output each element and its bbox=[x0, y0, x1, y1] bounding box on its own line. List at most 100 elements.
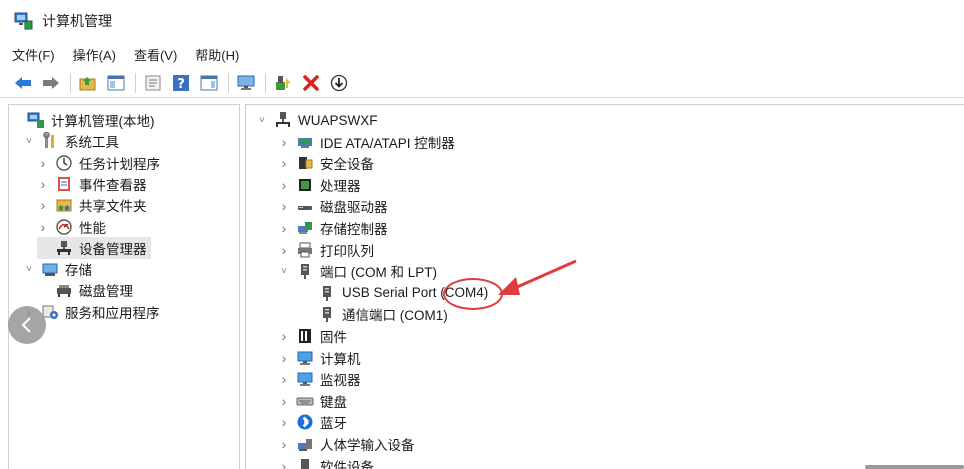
title-bar: 计算机管理 bbox=[0, 0, 964, 42]
collapse-chevron-icon[interactable]: › bbox=[278, 436, 290, 452]
collapse-chevron-icon[interactable]: › bbox=[278, 458, 290, 469]
collapse-chevron-icon[interactable]: › bbox=[278, 155, 290, 171]
port-icon bbox=[318, 305, 336, 323]
device-tree-node-5[interactable]: › 存储控制器 bbox=[278, 217, 388, 239]
console-tree-node-5[interactable]: › 性能 bbox=[37, 216, 106, 238]
console-tree-node-0[interactable]: 计算机管理(本地) bbox=[9, 109, 155, 131]
console-tree-pane[interactable]: 计算机管理(本地) ˅ 系统工具 › 任务计划程序 › 事件查看器 › 共享文件夹 › 性能 设备管理… bbox=[8, 104, 240, 469]
collapse-chevron-icon[interactable]: › bbox=[278, 393, 290, 409]
collapse-chevron-icon[interactable]: › bbox=[37, 197, 49, 213]
collapse-chevron-icon[interactable]: › bbox=[278, 177, 290, 193]
print-queue-icon bbox=[296, 241, 314, 259]
collapse-chevron-icon[interactable]: › bbox=[278, 242, 290, 258]
collapse-chevron-icon[interactable]: › bbox=[278, 134, 290, 150]
storage-icon bbox=[41, 260, 59, 278]
uninstall-icon[interactable] bbox=[300, 72, 322, 94]
device-tree-node-16[interactable]: › 软件设备 bbox=[278, 455, 374, 469]
expand-chevron-icon[interactable]: ˅ bbox=[23, 263, 35, 275]
collapse-chevron-icon[interactable]: › bbox=[278, 198, 290, 214]
toolbar: ? bbox=[0, 68, 964, 98]
collapse-chevron-icon[interactable]: › bbox=[278, 414, 290, 430]
menu-action[interactable]: 操作(A) bbox=[73, 45, 116, 64]
menu-file[interactable]: 文件(F) bbox=[12, 45, 55, 64]
computer-management-icon bbox=[14, 12, 34, 30]
tree-node-label: 设备管理器 bbox=[79, 241, 147, 257]
device-tree-node-2[interactable]: › 安全设备 bbox=[278, 152, 374, 174]
device-tree-node-14[interactable]: › 蓝牙 bbox=[278, 411, 347, 433]
expand-chevron-icon[interactable]: ˅ bbox=[256, 114, 268, 126]
device-tree-node-11[interactable]: › 计算机 bbox=[278, 347, 361, 369]
back-icon[interactable] bbox=[12, 72, 34, 94]
device-tree-node-9[interactable]: 通信端口 (COM1) bbox=[300, 303, 448, 325]
tree-node-label: 存储控制器 bbox=[320, 222, 388, 237]
device-tree-node-6[interactable]: › 打印队列 bbox=[278, 239, 374, 261]
expand-chevron-icon[interactable]: ˅ bbox=[23, 135, 35, 147]
device-tree-node-1[interactable]: › IDE ATA/ATAPI 控制器 bbox=[278, 131, 455, 153]
tree-node-label: 计算机管理(本地) bbox=[51, 114, 155, 129]
toolbar-separator bbox=[70, 72, 71, 93]
device-tree-node-12[interactable]: › 监视器 bbox=[278, 368, 361, 390]
device-tree-pane[interactable]: ˅ WUAPSWXF › IDE ATA/ATAPI 控制器 › 安全设备 › 处理器 › 磁盘驱… bbox=[245, 104, 964, 469]
device-tree-node-4[interactable]: › 磁盘驱动器 bbox=[278, 195, 388, 217]
device-tree-node-10[interactable]: › 固件 bbox=[278, 325, 347, 347]
expand-chevron-icon[interactable]: ˅ bbox=[278, 265, 290, 277]
disk-management-icon bbox=[55, 281, 73, 299]
tree-node-label: 处理器 bbox=[320, 178, 361, 194]
ide-controller-icon bbox=[296, 133, 314, 151]
action-pane-icon[interactable] bbox=[198, 72, 220, 94]
show-hide-tree-icon[interactable] bbox=[105, 72, 127, 94]
collapse-chevron-icon[interactable]: › bbox=[37, 155, 49, 171]
monitor-icon[interactable] bbox=[235, 72, 257, 94]
tree-node-label: 磁盘管理 bbox=[79, 284, 133, 300]
horizontal-scrollbar[interactable] bbox=[865, 465, 964, 469]
collapse-panel-handle[interactable] bbox=[8, 306, 46, 344]
toolbar-separator bbox=[135, 72, 136, 93]
forward-icon[interactable] bbox=[40, 72, 62, 94]
collapse-chevron-icon[interactable]: › bbox=[278, 350, 290, 366]
tools-icon bbox=[41, 132, 59, 150]
console-tree-node-6[interactable]: 设备管理器 bbox=[37, 236, 151, 259]
tree-node-label: 通信端口 (COM1) bbox=[342, 308, 448, 324]
device-tree-node-13[interactable]: › 键盘 bbox=[278, 390, 347, 412]
menu-view[interactable]: 查看(V) bbox=[134, 45, 177, 64]
monitor-icon bbox=[296, 370, 314, 388]
menu-bar: 文件(F) 操作(A) 查看(V) 帮助(H) bbox=[0, 42, 964, 66]
device-tree-node-3[interactable]: › 处理器 bbox=[278, 174, 361, 196]
tree-node-label: 性能 bbox=[79, 220, 106, 236]
properties-icon[interactable] bbox=[142, 72, 164, 94]
bluetooth-icon bbox=[296, 413, 314, 431]
device-tree-node-7[interactable]: ˅ 端口 (COM 和 LPT) bbox=[278, 260, 437, 282]
collapse-chevron-icon[interactable]: › bbox=[37, 219, 49, 235]
device-tree-node-15[interactable]: › 人体学输入设备 bbox=[278, 433, 415, 455]
tree-node-label: 系统工具 bbox=[65, 135, 119, 151]
hid-icon bbox=[296, 435, 314, 453]
firmware-icon bbox=[296, 327, 314, 345]
help-icon[interactable]: ? bbox=[170, 72, 192, 94]
menu-help[interactable]: 帮助(H) bbox=[195, 45, 239, 64]
computer-management-icon bbox=[27, 111, 45, 129]
performance-icon bbox=[55, 218, 73, 236]
device-tree-node-0[interactable]: ˅ WUAPSWXF bbox=[256, 109, 378, 131]
download-icon[interactable] bbox=[328, 72, 350, 94]
tree-node-label: 蓝牙 bbox=[320, 416, 347, 432]
console-tree-node-3[interactable]: › 事件查看器 bbox=[37, 173, 147, 195]
shared-folder-icon bbox=[55, 196, 73, 214]
console-tree-node-7[interactable]: ˅ 存储 bbox=[23, 258, 92, 280]
console-tree-node-2[interactable]: › 任务计划程序 bbox=[37, 152, 160, 174]
annotation-arrow bbox=[498, 259, 577, 295]
collapse-chevron-icon[interactable]: › bbox=[37, 176, 49, 192]
console-tree-node-1[interactable]: ˅ 系统工具 bbox=[23, 130, 119, 152]
console-tree-node-8[interactable]: 磁盘管理 bbox=[37, 279, 133, 301]
console-tree-node-4[interactable]: › 共享文件夹 bbox=[37, 194, 147, 216]
update-driver-icon[interactable] bbox=[272, 72, 294, 94]
collapse-chevron-icon[interactable]: › bbox=[278, 328, 290, 344]
up-folder-icon[interactable] bbox=[77, 72, 99, 94]
tree-node-label: 软件设备 bbox=[320, 459, 374, 469]
collapse-chevron-icon[interactable]: › bbox=[278, 220, 290, 236]
disk-drive-icon bbox=[296, 197, 314, 215]
collapse-chevron-icon[interactable]: › bbox=[278, 371, 290, 387]
tree-node-label: 任务计划程序 bbox=[79, 156, 160, 172]
tree-node-label: 安全设备 bbox=[320, 157, 374, 173]
